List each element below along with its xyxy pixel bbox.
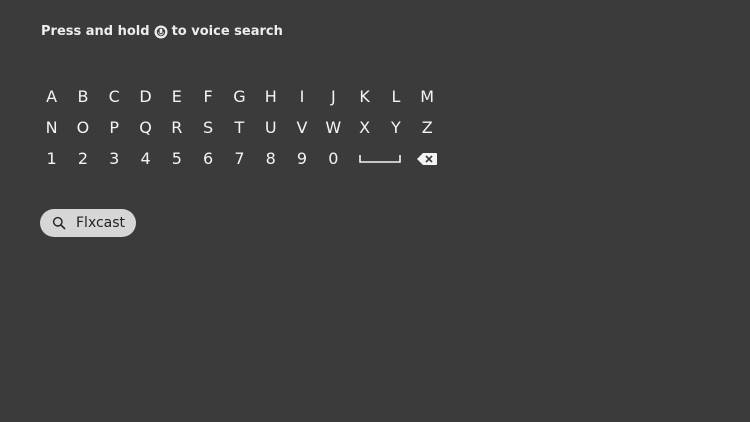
- key-e[interactable]: E: [161, 81, 192, 112]
- key-u[interactable]: U: [255, 112, 286, 143]
- key-a[interactable]: A: [36, 81, 67, 112]
- key-9[interactable]: 9: [286, 143, 317, 174]
- key-w[interactable]: W: [318, 112, 349, 143]
- key-t[interactable]: T: [224, 112, 255, 143]
- key-3[interactable]: 3: [99, 143, 130, 174]
- key-x[interactable]: X: [349, 112, 380, 143]
- key-s[interactable]: S: [192, 112, 223, 143]
- key-y[interactable]: Y: [380, 112, 411, 143]
- search-suggestion-button[interactable]: Flxcast: [40, 209, 136, 237]
- backspace-key[interactable]: [412, 143, 443, 174]
- key-h[interactable]: H: [255, 81, 286, 112]
- voice-search-hint: Press and hold to voice search: [41, 24, 283, 39]
- voice-hint-text-after: to voice search: [171, 24, 283, 39]
- search-icon: [52, 216, 66, 230]
- key-8[interactable]: 8: [255, 143, 286, 174]
- key-b[interactable]: B: [67, 81, 98, 112]
- key-n[interactable]: N: [36, 112, 67, 143]
- backspace-icon: [417, 152, 438, 165]
- voice-remote-icon: [154, 25, 168, 39]
- space-key-icon: [359, 154, 402, 164]
- key-6[interactable]: 6: [192, 143, 223, 174]
- key-d[interactable]: D: [130, 81, 161, 112]
- voice-hint-text-before: Press and hold: [41, 24, 150, 39]
- key-o[interactable]: O: [67, 112, 98, 143]
- onscreen-keyboard: ABCDEFGHIJKLM NOPQRSTUVWXYZ 1234567890: [36, 81, 443, 174]
- key-v[interactable]: V: [286, 112, 317, 143]
- key-j[interactable]: J: [318, 81, 349, 112]
- key-m[interactable]: M: [412, 81, 443, 112]
- search-suggestion-label: Flxcast: [76, 215, 126, 231]
- key-f[interactable]: F: [192, 81, 223, 112]
- key-l[interactable]: L: [380, 81, 411, 112]
- key-g[interactable]: G: [224, 81, 255, 112]
- key-r[interactable]: R: [161, 112, 192, 143]
- key-2[interactable]: 2: [67, 143, 98, 174]
- key-0[interactable]: 0: [318, 143, 349, 174]
- key-p[interactable]: P: [99, 112, 130, 143]
- key-7[interactable]: 7: [224, 143, 255, 174]
- key-q[interactable]: Q: [130, 112, 161, 143]
- keyboard-row-2: NOPQRSTUVWXYZ: [36, 112, 443, 143]
- key-5[interactable]: 5: [161, 143, 192, 174]
- space-key[interactable]: [349, 143, 412, 174]
- key-k[interactable]: K: [349, 81, 380, 112]
- key-4[interactable]: 4: [130, 143, 161, 174]
- key-c[interactable]: C: [99, 81, 130, 112]
- keyboard-row-1: ABCDEFGHIJKLM: [36, 81, 443, 112]
- key-z[interactable]: Z: [412, 112, 443, 143]
- key-1[interactable]: 1: [36, 143, 67, 174]
- keyboard-row-3: 1234567890: [36, 143, 443, 174]
- key-i[interactable]: I: [286, 81, 317, 112]
